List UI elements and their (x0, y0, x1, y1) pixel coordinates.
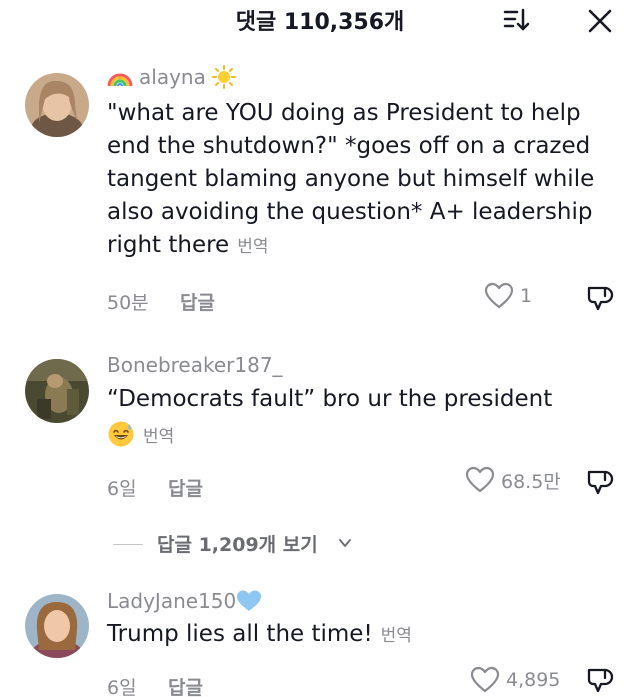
username[interactable]: LadyJane150 (107, 589, 236, 613)
sort-icon[interactable] (502, 6, 530, 34)
dislike-icon[interactable] (585, 282, 615, 312)
close-icon[interactable] (585, 6, 615, 36)
like-button[interactable]: 4,895 (470, 666, 560, 694)
like-count: 68.5만 (501, 470, 561, 493)
like-button[interactable]: 68.5만 (465, 466, 561, 494)
comments-header: 댓글 110,356개 (0, 0, 640, 40)
like-button[interactable]: 1 (484, 282, 532, 310)
avatar[interactable] (25, 359, 89, 423)
view-replies-button[interactable]: 답글 1,209개 보기 (0, 528, 640, 558)
dislike-icon[interactable] (585, 466, 615, 496)
view-replies-label: 답글 1,209개 보기 (157, 534, 318, 556)
translate-link[interactable]: 번역 (237, 237, 268, 257)
reply-button[interactable]: 답글 (168, 673, 203, 697)
translate-link[interactable]: 번역 (143, 422, 174, 447)
blue-heart-emoji-icon (237, 590, 262, 611)
sun-emoji-icon (211, 65, 236, 89)
heart-icon (465, 466, 495, 493)
like-count: 4,895 (506, 669, 561, 691)
comment-time: 6일 (107, 478, 137, 500)
chevron-down-icon (339, 539, 351, 547)
heart-icon (470, 666, 500, 693)
heart-icon (484, 282, 514, 309)
comment-body: Trump lies all the time! (107, 621, 373, 647)
username[interactable]: alayna (139, 65, 206, 89)
comment-text: Trump lies all the time! 번역 (107, 618, 627, 653)
comment-time: 50분 (107, 292, 149, 314)
avatar[interactable] (25, 73, 89, 137)
username-row: alayna (107, 65, 236, 89)
username[interactable]: Bonebreaker187_ (107, 353, 283, 377)
comment-second-line: 번역 (107, 420, 174, 448)
comment-text: “Democrats fault” bro ur the president (107, 383, 627, 416)
grinning-sweat-emoji-icon (108, 421, 134, 447)
comments-title: 댓글 110,356개 (235, 10, 405, 35)
reply-button[interactable]: 답글 (168, 474, 203, 501)
divider-line (113, 544, 143, 545)
dislike-icon[interactable] (585, 664, 615, 694)
comment-body: "what are YOU doing as President to help… (107, 100, 595, 258)
comment-time: 6일 (107, 677, 137, 697)
comment-text: "what are YOU doing as President to help… (107, 97, 627, 264)
username-row: LadyJane150 (107, 589, 262, 613)
translate-link[interactable]: 번역 (381, 626, 412, 646)
avatar[interactable] (25, 594, 89, 658)
comment-body: “Democrats fault” bro ur the president (107, 386, 553, 412)
rainbow-emoji-icon (107, 73, 133, 87)
like-count: 1 (520, 285, 533, 307)
reply-button[interactable]: 답글 (180, 288, 215, 315)
